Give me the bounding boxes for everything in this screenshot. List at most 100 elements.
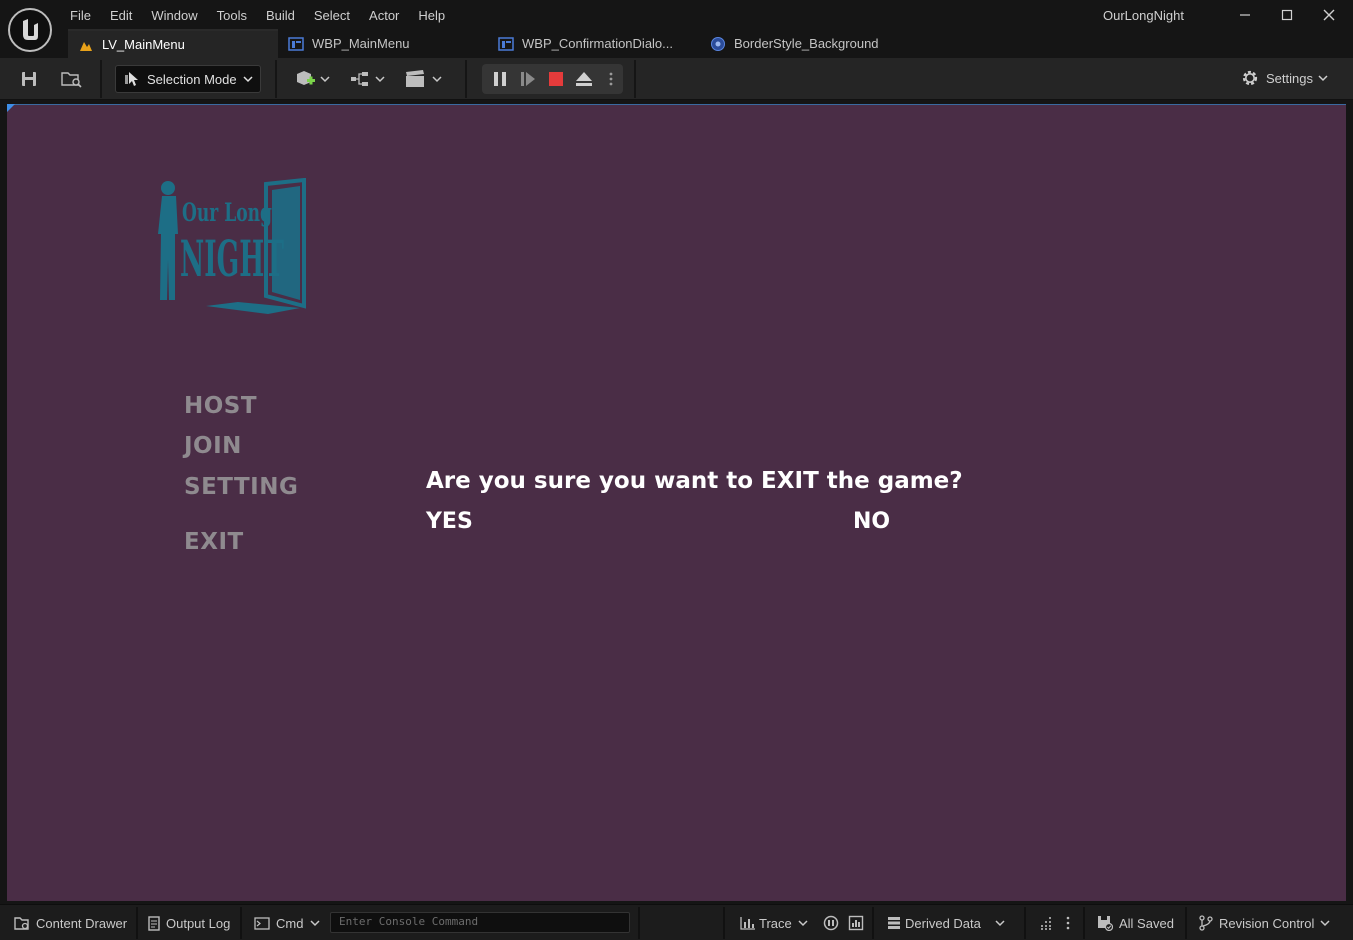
- output-log-button[interactable]: Output Log: [148, 905, 230, 940]
- derived-data-dropdown[interactable]: Derived Data: [887, 905, 1005, 940]
- source-control-status-button[interactable]: [1039, 905, 1053, 940]
- tab-label: BorderStyle_Background: [734, 36, 879, 51]
- menu-actor[interactable]: Actor: [359, 5, 408, 25]
- settings-button[interactable]: Settings: [1240, 68, 1328, 88]
- menu-tools[interactable]: Tools: [207, 5, 256, 25]
- chevron-down-icon: [243, 76, 253, 83]
- output-log-label: Output Log: [166, 915, 231, 931]
- chevron-down-icon: [798, 920, 808, 927]
- minimize-icon: [1240, 14, 1250, 16]
- statusbar-divider: [1185, 907, 1187, 939]
- close-icon: [1323, 9, 1335, 21]
- host-menu-option[interactable]: HOST: [184, 393, 257, 419]
- statusbar-options-button[interactable]: [1066, 905, 1070, 940]
- terminal-icon: [254, 916, 270, 930]
- pause-icon: [494, 72, 506, 86]
- selection-mode-dropdown[interactable]: Selection Mode: [115, 65, 261, 93]
- tab-wbp-mainmenu[interactable]: WBP_MainMenu: [278, 29, 488, 58]
- revision-control-label: Revision Control: [1219, 915, 1315, 931]
- widget-blueprint-icon: [288, 36, 304, 52]
- yes-button[interactable]: YES: [426, 509, 473, 534]
- tab-label: LV_MainMenu: [102, 37, 185, 52]
- browse-content-button[interactable]: [59, 66, 85, 92]
- menu-edit[interactable]: Edit: [100, 5, 141, 25]
- cursor-icon: [125, 72, 138, 86]
- output-log-icon: [148, 915, 160, 931]
- trace-chart-icon: [740, 916, 756, 930]
- tab-label: WBP_MainMenu: [312, 36, 410, 51]
- derived-data-label: Derived Data: [905, 915, 981, 931]
- project-name: OurLongNight: [1103, 8, 1184, 23]
- cinematics-button[interactable]: [404, 66, 444, 92]
- unreal-insights-button[interactable]: [823, 905, 839, 940]
- revision-control-dropdown[interactable]: Revision Control: [1199, 905, 1330, 940]
- save-icon: [22, 72, 36, 86]
- main-toolbar: Selection Mode Settings: [0, 58, 1353, 100]
- statusbar-divider: [1024, 907, 1026, 939]
- menu-build[interactable]: Build: [256, 5, 304, 25]
- logo-line-2: NIGHT: [180, 229, 284, 288]
- all-saved-label: All Saved: [1119, 915, 1174, 931]
- logo-line-1: Our Long: [182, 198, 272, 227]
- eject-icon: [576, 72, 592, 86]
- title-bar: File Edit Window Tools Build Select Acto…: [0, 0, 1353, 58]
- play-options-button[interactable]: [604, 66, 618, 92]
- minimize-button[interactable]: [1228, 4, 1262, 26]
- cmd-dropdown[interactable]: Cmd: [254, 905, 320, 940]
- statusbar-divider: [723, 907, 725, 939]
- statusbar-divider: [872, 907, 874, 939]
- pause-button[interactable]: [488, 66, 512, 92]
- save-check-icon: [1097, 915, 1113, 931]
- trace-snapshot-button[interactable]: [848, 905, 864, 940]
- style-asset-icon: [710, 36, 726, 52]
- more-vertical-icon: [1066, 916, 1070, 930]
- trace-label: Trace: [759, 915, 792, 931]
- menu-bar: File Edit Window Tools Build Select Acto…: [60, 5, 454, 25]
- blueprints-button[interactable]: [349, 66, 387, 92]
- stop-icon: [549, 72, 563, 86]
- clapperboard-icon: [406, 70, 442, 87]
- branch-icon: [1199, 915, 1213, 931]
- statusbar-divider: [240, 907, 242, 939]
- add-actor-button[interactable]: [294, 66, 332, 92]
- menu-select[interactable]: Select: [304, 5, 359, 25]
- toolbar-divider: [634, 60, 636, 98]
- toolbar-divider: [100, 60, 102, 98]
- unreal-engine-logo-icon[interactable]: [8, 8, 52, 52]
- all-saved-button[interactable]: All Saved: [1097, 905, 1174, 940]
- settings-label: Settings: [1266, 70, 1313, 86]
- maximize-button[interactable]: [1270, 4, 1304, 26]
- statusbar-divider: [1083, 907, 1085, 939]
- content-drawer-button[interactable]: Content Drawer: [14, 905, 127, 940]
- exit-menu-option[interactable]: EXIT: [184, 529, 244, 555]
- folder-search-icon: [61, 72, 82, 88]
- menu-file[interactable]: File: [60, 5, 100, 25]
- eject-button[interactable]: [572, 66, 596, 92]
- tab-borderstyle-background[interactable]: BorderStyle_Background: [700, 29, 920, 58]
- chevron-down-icon: [995, 920, 1005, 927]
- add-cube-icon: [297, 71, 330, 85]
- no-button[interactable]: NO: [853, 509, 890, 534]
- menu-window[interactable]: Window: [141, 5, 206, 25]
- toolbar-divider: [465, 60, 467, 98]
- join-menu-option[interactable]: JOIN: [184, 433, 242, 459]
- chevron-down-icon: [1318, 75, 1328, 82]
- tab-lv-mainmenu[interactable]: LV_MainMenu: [68, 29, 278, 58]
- chevron-down-icon: [1320, 920, 1330, 927]
- snapshot-icon: [848, 915, 864, 931]
- trace-dropdown[interactable]: Trace: [740, 905, 808, 940]
- chevron-down-icon: [310, 920, 320, 927]
- blueprint-graph-icon: [351, 72, 385, 86]
- frame-skip-button[interactable]: [516, 66, 540, 92]
- viewport-corner-marker: [7, 104, 15, 112]
- play-controls: [482, 64, 623, 94]
- game-logo: Our Long NIGHT: [158, 178, 306, 314]
- stop-button[interactable]: [544, 66, 568, 92]
- tab-wbp-confirmationdialog[interactable]: WBP_ConfirmationDialo...: [488, 29, 700, 58]
- save-button[interactable]: [17, 66, 41, 92]
- grid-dots-icon: [1041, 917, 1051, 930]
- console-command-input[interactable]: Enter Console Command: [330, 912, 630, 933]
- setting-menu-option[interactable]: SETTING: [184, 474, 298, 500]
- menu-help[interactable]: Help: [408, 5, 454, 25]
- close-button[interactable]: [1312, 4, 1346, 26]
